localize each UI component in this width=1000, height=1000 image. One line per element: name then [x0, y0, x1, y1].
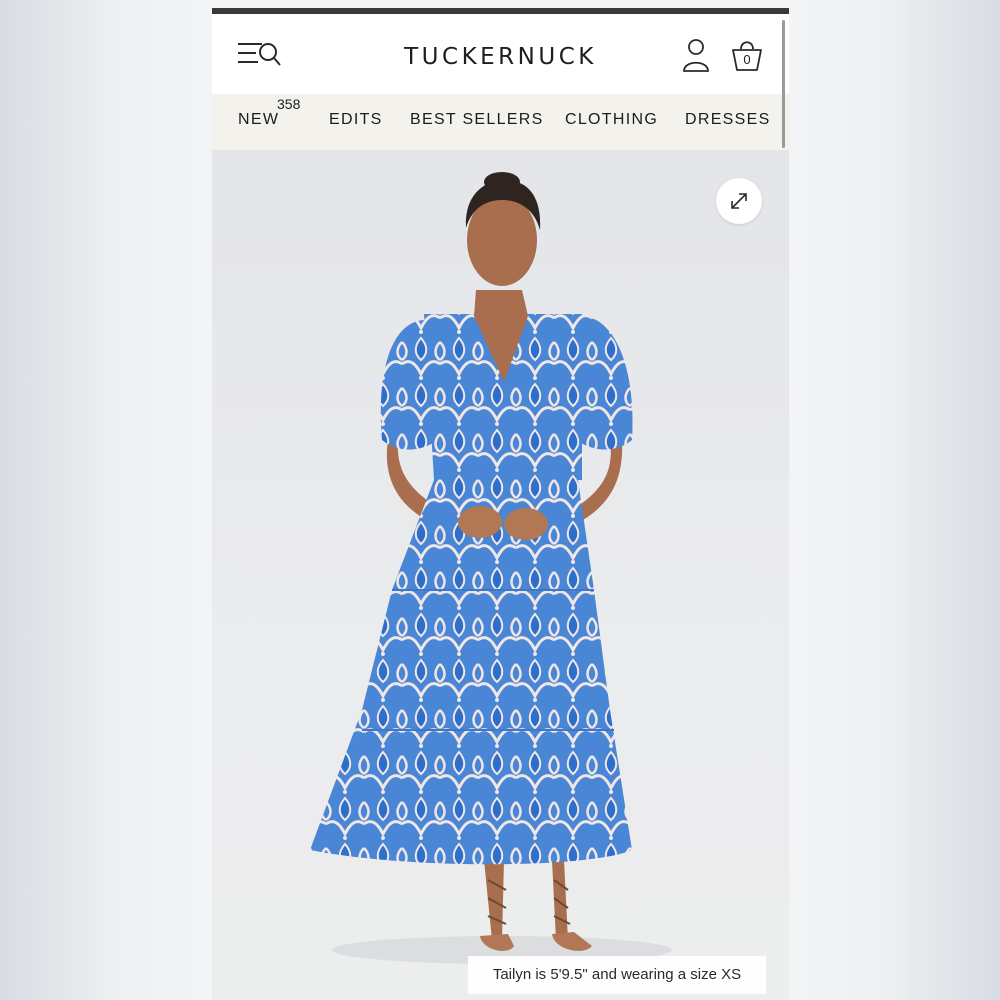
nav-item-edits[interactable]: EDITS: [329, 111, 383, 129]
nav-item-clothing[interactable]: CLOTHING: [565, 111, 658, 129]
expand-button[interactable]: [716, 178, 762, 224]
site-header: TUCKERNUCK 0: [212, 14, 789, 94]
expand-arrows-icon: [731, 193, 747, 209]
model-size-caption: Tailyn is 5'9.5" and wearing a size XS: [468, 956, 766, 994]
nav-item-new[interactable]: NEW: [238, 111, 279, 129]
bag-count: 0: [743, 52, 751, 67]
category-nav: NEW 358 EDITS BEST SELLERS CLOTHING DRES…: [212, 94, 789, 150]
product-page: TUCKERNUCK 0 NEW 358 EDITS BEST SELLERS …: [212, 8, 789, 1000]
scrollbar[interactable]: [782, 20, 785, 148]
new-count-badge: 358: [277, 96, 301, 112]
model-photo: [310, 172, 672, 964]
user-icon[interactable]: [682, 38, 710, 74]
nav-item-best-sellers[interactable]: BEST SELLERS: [410, 111, 544, 129]
shopping-bag-icon[interactable]: 0: [730, 36, 764, 74]
product-image[interactable]: Tailyn is 5'9.5" and wearing a size XS: [212, 150, 789, 1000]
nav-item-dresses[interactable]: DRESSES: [685, 111, 771, 129]
